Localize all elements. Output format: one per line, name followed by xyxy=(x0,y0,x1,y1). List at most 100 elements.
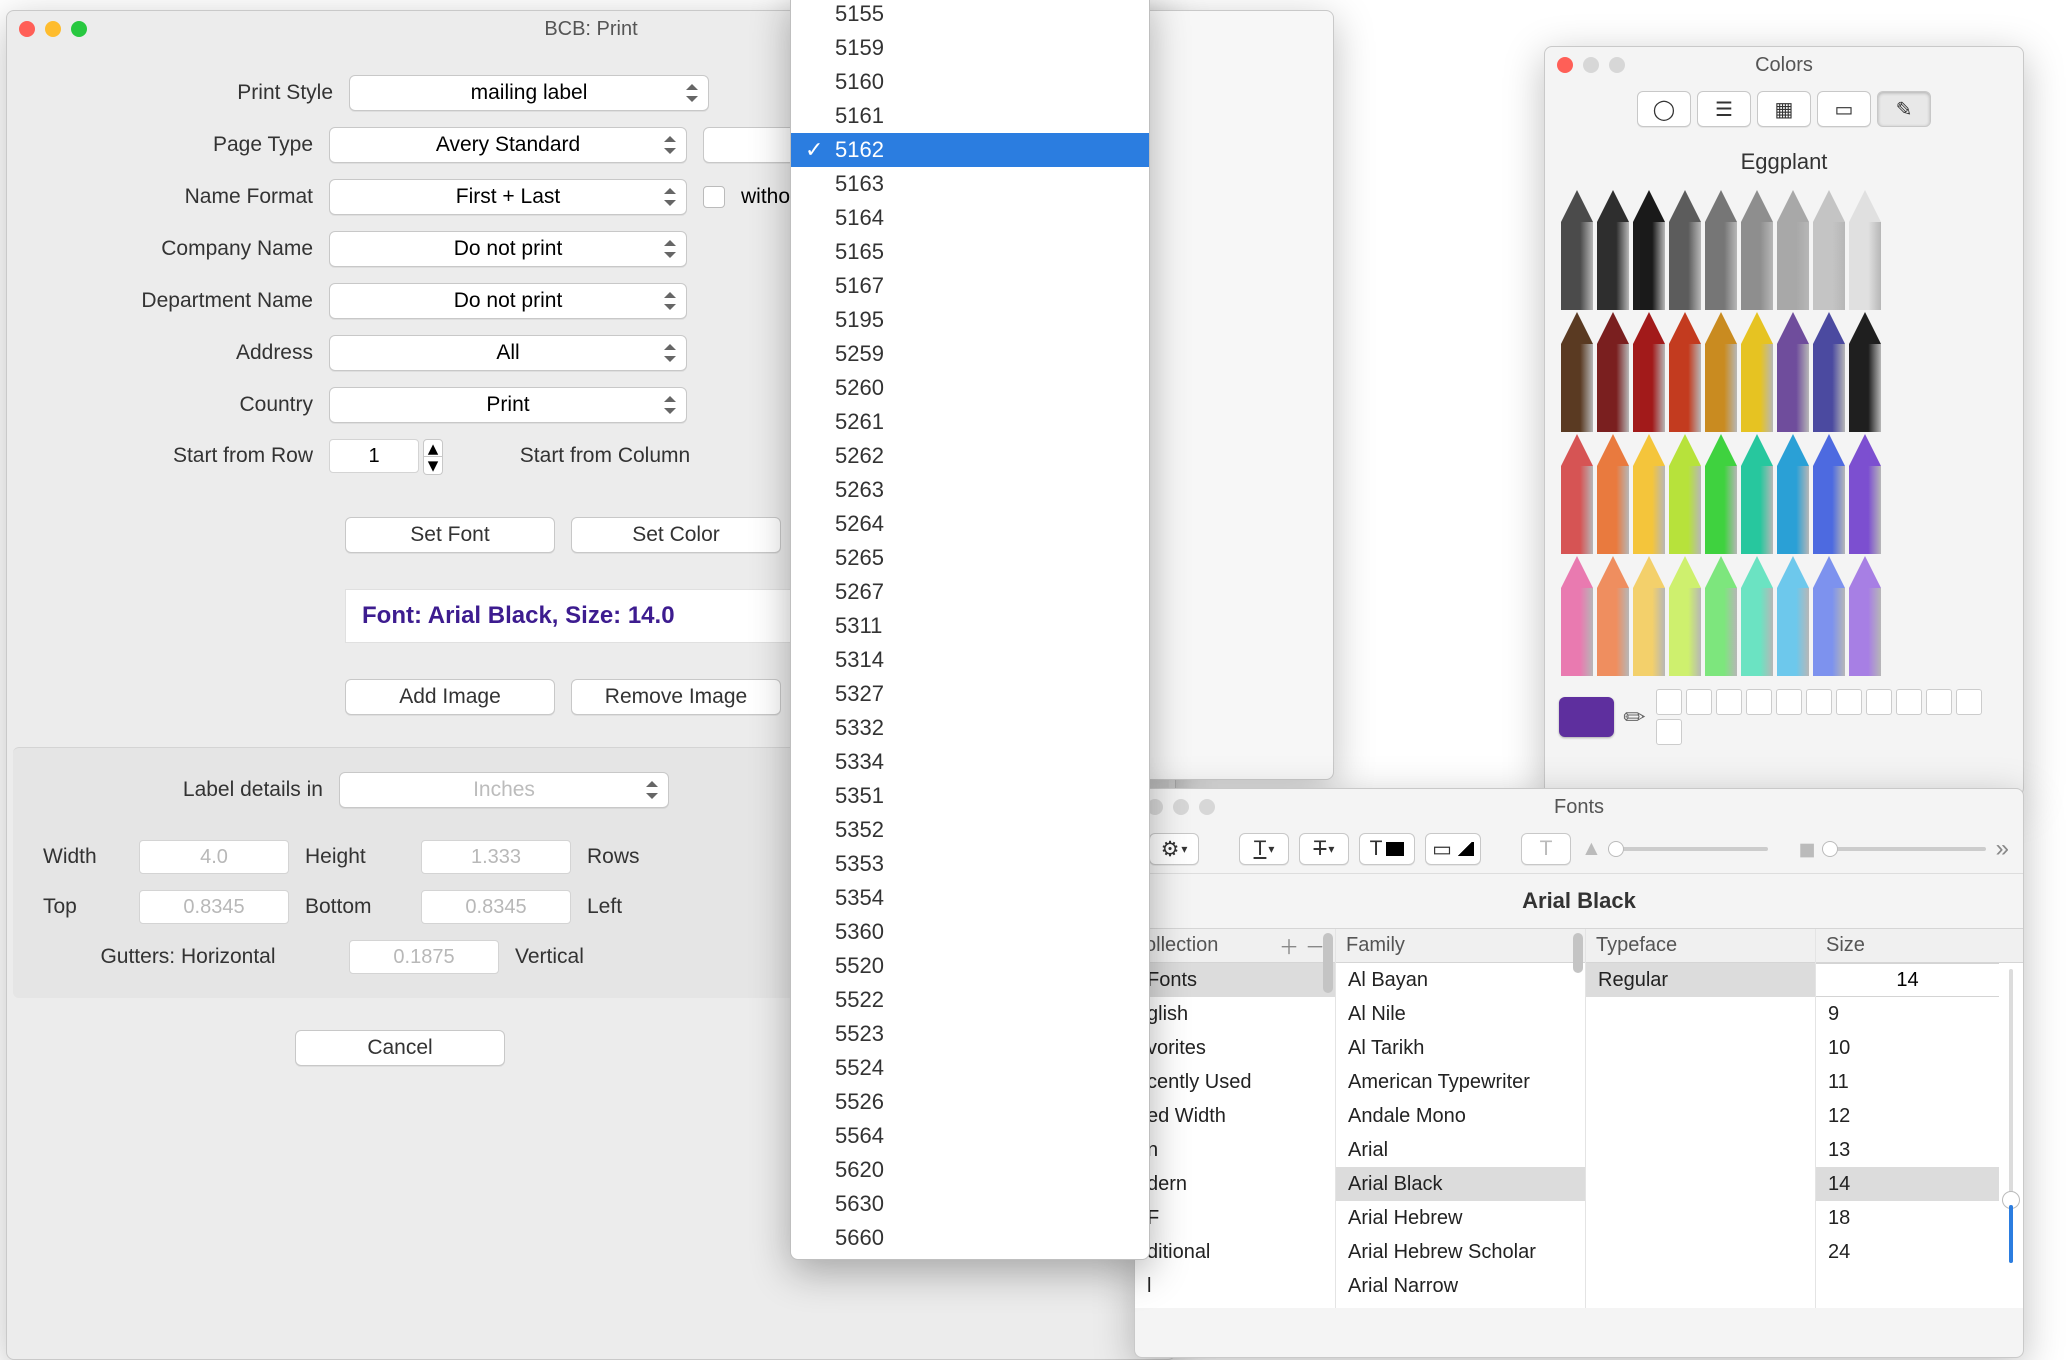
menu-item[interactable]: 5267 xyxy=(791,575,1149,609)
overflow-icon[interactable]: » xyxy=(1996,835,2009,863)
pencil-swatch[interactable] xyxy=(1669,190,1701,310)
avery-code-menu[interactable]: 5155515951605161516251635164516551675195… xyxy=(790,0,1150,1260)
name-format-dropdown[interactable]: First + Last xyxy=(329,179,687,215)
list-item[interactable]: Arial Hebrew Scholar xyxy=(1336,1235,1585,1269)
swatch-slot[interactable] xyxy=(1746,689,1772,715)
pencil-swatch[interactable] xyxy=(1777,556,1809,676)
pencil-swatch[interactable] xyxy=(1741,312,1773,432)
menu-item[interactable]: 5262 xyxy=(791,439,1149,473)
menu-item[interactable]: 5311 xyxy=(791,609,1149,643)
close-button[interactable] xyxy=(19,21,35,37)
list-item[interactable]: Al Nile xyxy=(1336,997,1585,1031)
pencil-swatch[interactable] xyxy=(1597,556,1629,676)
pencil-swatch[interactable] xyxy=(1813,312,1845,432)
list-item[interactable]: Arial Black xyxy=(1336,1167,1585,1201)
zoom-button[interactable] xyxy=(1199,799,1215,815)
underline-menu[interactable]: T▾ xyxy=(1239,833,1289,865)
pencil-swatch[interactable] xyxy=(1777,434,1809,554)
menu-item[interactable]: 5360 xyxy=(791,915,1149,949)
pencil-swatch[interactable] xyxy=(1741,556,1773,676)
menu-item[interactable]: 5261 xyxy=(791,405,1149,439)
list-item[interactable]: glish xyxy=(1135,997,1335,1031)
swatch-slot[interactable] xyxy=(1776,689,1802,715)
swatch-slot[interactable] xyxy=(1866,689,1892,715)
scrollbar[interactable] xyxy=(1573,933,1583,1304)
colors-tab-image[interactable]: ▭ xyxy=(1817,91,1871,127)
menu-item[interactable]: 5351 xyxy=(791,779,1149,813)
menu-item[interactable]: 5165 xyxy=(791,235,1149,269)
menu-item[interactable]: 5160 xyxy=(791,65,1149,99)
department-dropdown[interactable]: Do not print xyxy=(329,283,687,319)
menu-item[interactable]: 5167 xyxy=(791,269,1149,303)
pencil-swatch[interactable] xyxy=(1561,312,1593,432)
strikethrough-menu[interactable]: T▾ xyxy=(1299,833,1349,865)
pencil-swatch[interactable] xyxy=(1705,312,1737,432)
set-color-button[interactable]: Set Color xyxy=(571,517,781,553)
pencil-swatch[interactable] xyxy=(1561,556,1593,676)
swatch-slot[interactable] xyxy=(1806,689,1832,715)
list-item[interactable]: n xyxy=(1135,1133,1335,1167)
gutters-h-input[interactable] xyxy=(349,940,499,974)
height-input[interactable] xyxy=(421,840,571,874)
start-row-stepper[interactable]: ▴ ▾ xyxy=(423,439,443,475)
bottom-input[interactable] xyxy=(421,890,571,924)
menu-item[interactable]: 5159 xyxy=(791,31,1149,65)
menu-item[interactable]: 5620 xyxy=(791,1153,1149,1187)
list-item[interactable]: l xyxy=(1135,1269,1335,1303)
list-item[interactable]: 10 xyxy=(1816,1031,1999,1065)
pencil-swatch[interactable] xyxy=(1561,190,1593,310)
menu-item[interactable]: 5630 xyxy=(791,1187,1149,1221)
color-well[interactable] xyxy=(1559,697,1614,737)
list-item[interactable]: vorites xyxy=(1135,1031,1335,1065)
menu-item[interactable]: 5564 xyxy=(791,1119,1149,1153)
list-item[interactable]: American Typewriter xyxy=(1336,1065,1585,1099)
swatch-slot[interactable] xyxy=(1896,689,1922,715)
list-item[interactable]: Arial xyxy=(1336,1133,1585,1167)
units-dropdown[interactable]: Inches xyxy=(339,772,669,808)
list-item[interactable]: Arial Narrow xyxy=(1336,1269,1585,1303)
country-dropdown[interactable]: Print xyxy=(329,387,687,423)
menu-item[interactable]: 5522 xyxy=(791,983,1149,1017)
list-item[interactable]: Arial Hebrew xyxy=(1336,1201,1585,1235)
menu-item[interactable]: 5354 xyxy=(791,881,1149,915)
pencil-swatch[interactable] xyxy=(1849,556,1881,676)
list-item[interactable]: ed Width xyxy=(1135,1099,1335,1133)
menu-item[interactable]: 5163 xyxy=(791,167,1149,201)
list-item[interactable]: 9 xyxy=(1816,997,1999,1031)
chevron-down-icon[interactable]: ▾ xyxy=(423,457,443,475)
menu-item[interactable]: 5263 xyxy=(791,473,1149,507)
menu-item[interactable]: 5332 xyxy=(791,711,1149,745)
list-item[interactable]: 12 xyxy=(1816,1099,1999,1133)
colors-tab-palettes[interactable]: ▦ xyxy=(1757,91,1811,127)
minimize-button[interactable] xyxy=(1173,799,1189,815)
document-color-button[interactable]: ▭ xyxy=(1425,833,1481,865)
swatch-slot[interactable] xyxy=(1836,689,1862,715)
minimize-button[interactable] xyxy=(1583,57,1599,73)
pencil-swatch[interactable] xyxy=(1669,312,1701,432)
pencil-swatch[interactable] xyxy=(1705,190,1737,310)
pencil-swatch[interactable] xyxy=(1849,434,1881,554)
list-item[interactable]: Al Tarikh xyxy=(1336,1031,1585,1065)
swatch-slot[interactable] xyxy=(1656,719,1682,745)
menu-item[interactable]: 5327 xyxy=(791,677,1149,711)
menu-item[interactable]: 5164 xyxy=(791,201,1149,235)
menu-item[interactable]: 5265 xyxy=(791,541,1149,575)
pencil-swatch[interactable] xyxy=(1597,190,1629,310)
menu-item[interactable]: 5523 xyxy=(791,1017,1149,1051)
pencil-swatch[interactable] xyxy=(1741,434,1773,554)
list-item[interactable]: cently Used xyxy=(1135,1065,1335,1099)
menu-item[interactable]: 5260 xyxy=(791,371,1149,405)
pencil-swatch[interactable] xyxy=(1561,434,1593,554)
cancel-button[interactable]: Cancel xyxy=(295,1030,505,1066)
pencil-swatch[interactable] xyxy=(1633,556,1665,676)
zoom-button[interactable] xyxy=(71,21,87,37)
menu-item[interactable]: 5524 xyxy=(791,1051,1149,1085)
size-input[interactable] xyxy=(1816,963,1999,997)
pencil-swatch[interactable] xyxy=(1669,556,1701,676)
menu-item[interactable]: 5526 xyxy=(791,1085,1149,1119)
set-font-button[interactable]: Set Font xyxy=(345,517,555,553)
add-image-button[interactable]: Add Image xyxy=(345,679,555,715)
page-type-dropdown[interactable]: Avery Standard xyxy=(329,127,687,163)
pencil-swatch[interactable] xyxy=(1813,556,1845,676)
list-item[interactable]: 24 xyxy=(1816,1235,1999,1269)
